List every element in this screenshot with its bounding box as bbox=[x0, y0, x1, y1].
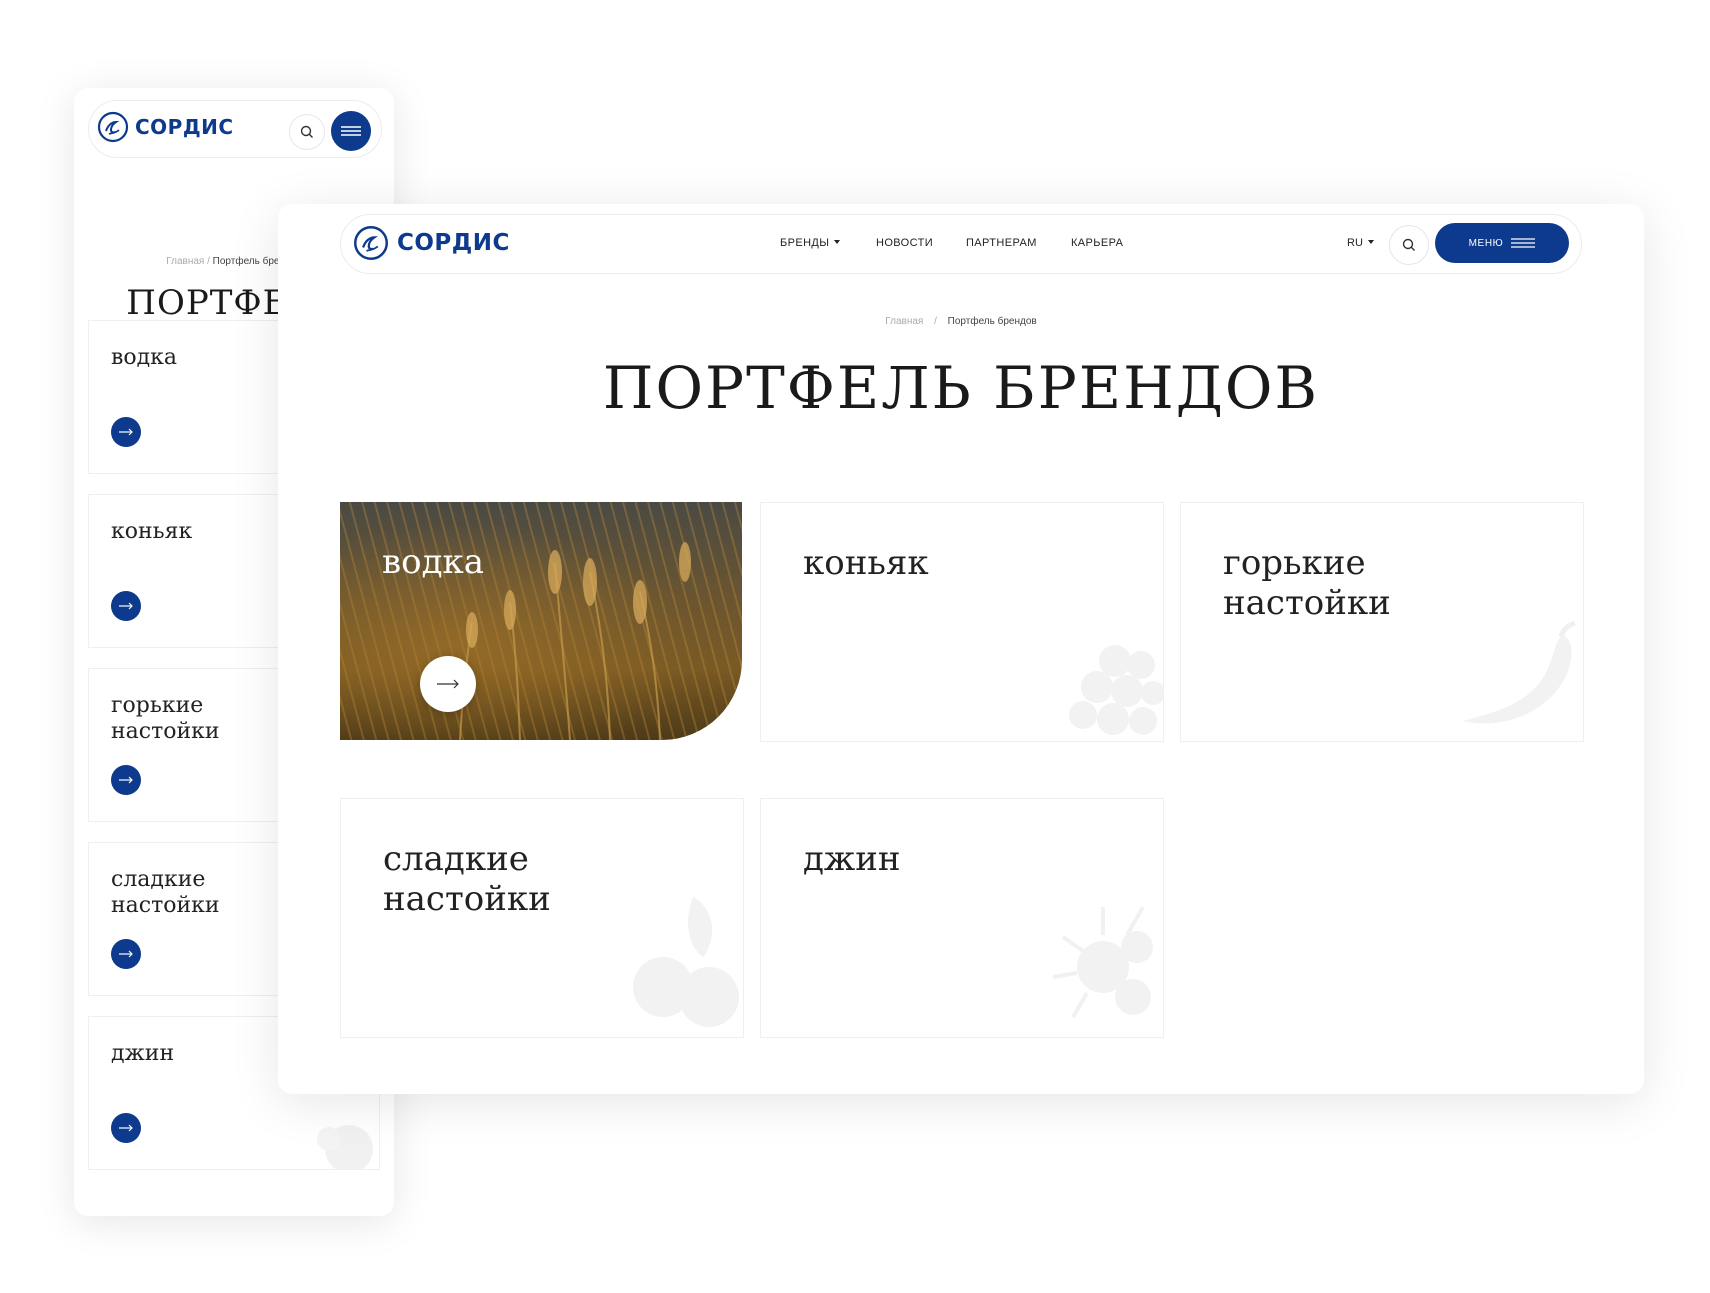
card-arrow-button[interactable] bbox=[420, 656, 476, 712]
card-label: джин bbox=[803, 839, 901, 879]
menu-icon bbox=[341, 126, 361, 136]
breadcrumb-home[interactable]: Главная bbox=[166, 256, 204, 267]
arrow-right-icon bbox=[119, 428, 133, 436]
card-label: сладкие настойки bbox=[383, 839, 551, 919]
card-arrow-button[interactable] bbox=[111, 939, 141, 969]
chevron-down-icon bbox=[834, 240, 841, 244]
menu-icon bbox=[1511, 238, 1536, 248]
arrow-right-icon bbox=[437, 679, 459, 689]
pepper-icon bbox=[1463, 621, 1576, 724]
juniper-icon bbox=[317, 1125, 373, 1169]
arrow-right-icon bbox=[119, 602, 133, 610]
brand-name: СОРДИС bbox=[397, 230, 510, 256]
nav-partners[interactable]: ПАРТНЕРАМ bbox=[966, 237, 1037, 249]
logo[interactable]: СОРДИС bbox=[97, 111, 234, 143]
nav-career[interactable]: КАРЬЕРА bbox=[1071, 237, 1123, 249]
breadcrumb: Главная / Портфель брендов bbox=[278, 316, 1644, 327]
nav-news[interactable]: НОВОСТИ bbox=[876, 237, 933, 249]
arrow-right-icon bbox=[119, 776, 133, 784]
card-arrow-button[interactable] bbox=[111, 417, 141, 447]
card-label: водка bbox=[111, 345, 178, 370]
brand-name: СОРДИС bbox=[135, 115, 234, 139]
nav-brands[interactable]: БРЕНДЫ bbox=[780, 237, 841, 249]
brand-card-gin[interactable]: джин bbox=[760, 798, 1164, 1038]
search-icon bbox=[1402, 238, 1415, 251]
search-button[interactable] bbox=[1389, 225, 1429, 265]
card-label: коньяк bbox=[111, 519, 193, 544]
search-icon bbox=[300, 125, 313, 138]
wheat-image bbox=[459, 542, 691, 740]
brand-card-cognac[interactable]: коньяк bbox=[760, 502, 1164, 742]
page-title: ПОРТФЕЛЬ БРЕНДОВ bbox=[602, 354, 1320, 422]
swan-logo-icon bbox=[354, 226, 388, 260]
menu-button[interactable] bbox=[331, 111, 371, 151]
language-label: RU bbox=[1347, 237, 1363, 249]
desktop-header: СОРДИС БРЕНДЫ НОВОСТИ ПАРТНЕРАМ КАРЬЕРА … bbox=[340, 214, 1582, 274]
arrow-right-icon bbox=[119, 950, 133, 958]
grapes-icon bbox=[1069, 645, 1163, 735]
card-label: водка bbox=[382, 542, 485, 582]
menu-button[interactable]: МЕНЮ bbox=[1435, 223, 1569, 263]
mobile-header: СОРДИС bbox=[88, 100, 382, 158]
logo[interactable]: СОРДИС bbox=[353, 225, 510, 261]
desktop-mockup: СОРДИС БРЕНДЫ НОВОСТИ ПАРТНЕРАМ КАРЬЕРА … bbox=[278, 204, 1644, 1094]
swan-logo-icon bbox=[97, 111, 129, 143]
nav-brands-label: БРЕНДЫ bbox=[780, 237, 830, 249]
card-arrow-button[interactable] bbox=[111, 591, 141, 621]
card-label: горькие настойки bbox=[111, 693, 220, 744]
card-label: джин bbox=[111, 1041, 175, 1066]
card-label: горькие настойки bbox=[1223, 543, 1391, 623]
breadcrumb-separator: / bbox=[934, 316, 937, 327]
menu-label: МЕНЮ bbox=[1468, 237, 1504, 249]
breadcrumb-home[interactable]: Главная bbox=[885, 316, 923, 327]
language-selector[interactable]: RU bbox=[1347, 237, 1374, 249]
card-label: коньяк bbox=[803, 543, 929, 583]
card-arrow-button[interactable] bbox=[111, 765, 141, 795]
brand-card-vodka[interactable]: водка bbox=[340, 502, 742, 740]
breadcrumb-current: Портфель брендов bbox=[947, 316, 1037, 327]
search-button[interactable] bbox=[289, 114, 325, 150]
brand-card-sweet[interactable]: сладкие настойки bbox=[340, 798, 744, 1038]
card-arrow-button[interactable] bbox=[111, 1113, 141, 1143]
arrow-right-icon bbox=[119, 1124, 133, 1132]
juniper-icon bbox=[1052, 906, 1153, 1019]
brand-card-bitter[interactable]: горькие настойки bbox=[1180, 502, 1584, 742]
berries-icon bbox=[633, 897, 739, 1027]
breadcrumb-separator: / bbox=[207, 256, 210, 267]
chevron-down-icon bbox=[1367, 240, 1374, 244]
card-label: сладкие настойки bbox=[111, 867, 220, 918]
